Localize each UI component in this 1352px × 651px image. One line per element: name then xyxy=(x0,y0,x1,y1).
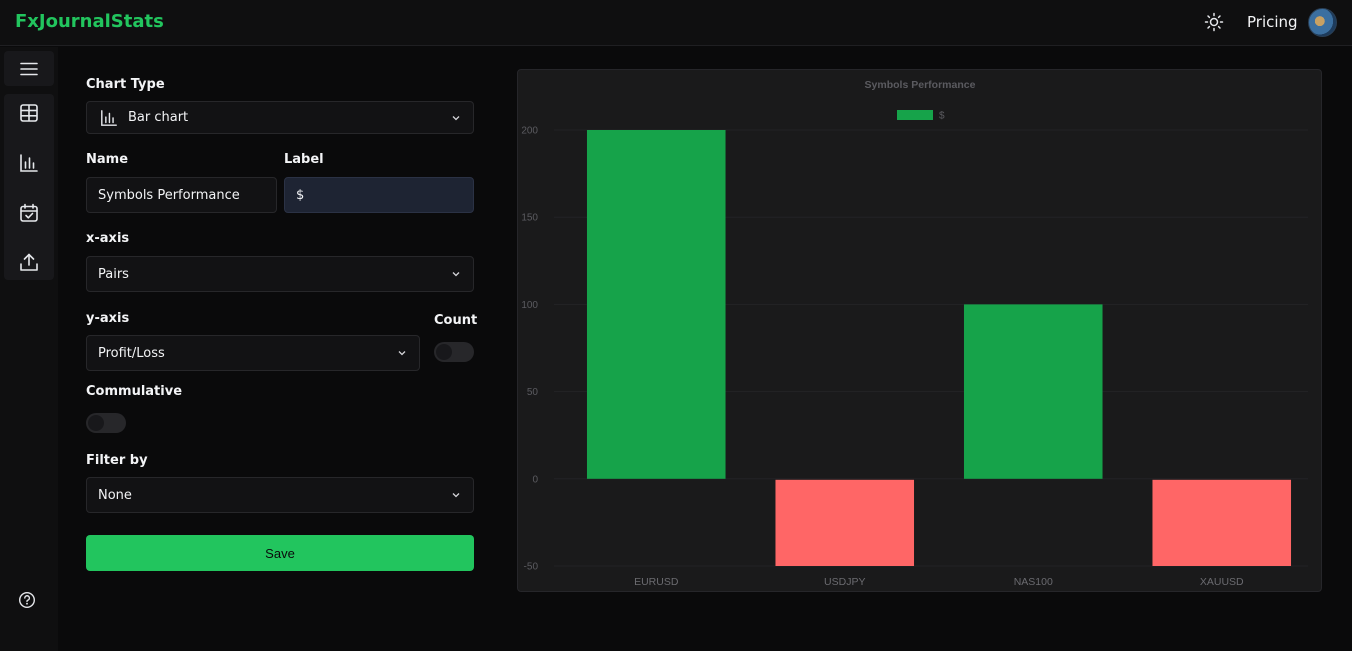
chevron-down-icon xyxy=(398,351,406,356)
calendar-check-icon[interactable] xyxy=(19,203,39,223)
label-input-value: $ xyxy=(296,187,305,203)
toggle-knob xyxy=(436,344,452,360)
yaxis-value: Profit/Loss xyxy=(98,345,165,361)
xaxis-label: x-axis xyxy=(86,231,130,246)
y-tick-label: 100 xyxy=(521,300,538,311)
name-label: Name xyxy=(86,152,129,167)
bar-nas100[interactable] xyxy=(963,304,1103,479)
chart-type-label: Chart Type xyxy=(86,77,165,92)
top-navbar: FxJournalStats Pricing xyxy=(0,0,1352,46)
help-circle-icon[interactable] xyxy=(18,591,36,609)
label-label: Label xyxy=(284,152,324,167)
legend-swatch xyxy=(897,110,933,120)
bar-chart-icon xyxy=(101,109,117,126)
x-tick-label: NAS100 xyxy=(1014,576,1053,588)
save-button[interactable]: Save xyxy=(86,535,474,571)
y-tick-label: -50 xyxy=(524,562,539,573)
chart-preview: Symbols Performance $ 200 150 100 50 0 -50 EUR… xyxy=(517,69,1322,592)
cumulative-toggle[interactable] xyxy=(86,413,126,433)
upload-icon[interactable] xyxy=(19,252,39,272)
x-tick-label: EURUSD xyxy=(634,576,679,588)
y-tick-label: 200 xyxy=(521,126,538,137)
y-tick-label: 0 xyxy=(532,474,538,485)
y-tick-label: 150 xyxy=(521,213,538,224)
sun-icon[interactable] xyxy=(1204,12,1224,32)
chart-type-select[interactable]: Bar chart xyxy=(86,101,474,134)
chart-type-value: Bar chart xyxy=(128,110,189,125)
bar-chart: Symbols Performance $ 200 150 100 50 0 -50 EUR… xyxy=(521,79,1308,588)
bar-chart-icon[interactable] xyxy=(19,153,39,173)
filter-select[interactable]: None xyxy=(86,477,474,513)
yaxis-select[interactable]: Profit/Loss xyxy=(86,335,420,371)
pricing-link[interactable]: Pricing xyxy=(1247,13,1298,31)
chart-title: Symbols Performance xyxy=(865,79,976,91)
table-icon[interactable] xyxy=(19,103,39,123)
sidebar-menu-toggle[interactable] xyxy=(4,51,54,86)
menu-icon xyxy=(20,62,38,75)
name-input-value: Symbols Performance xyxy=(98,187,240,203)
name-input[interactable]: Symbols Performance xyxy=(86,177,277,213)
label-input[interactable]: $ xyxy=(284,177,474,213)
chevron-down-icon xyxy=(452,272,460,277)
chevron-down-icon xyxy=(452,116,460,121)
chevron-down-icon xyxy=(452,493,460,498)
filter-value: None xyxy=(98,487,132,503)
cumulative-label: Commulative xyxy=(86,384,183,399)
xaxis-select[interactable]: Pairs xyxy=(86,256,474,292)
x-tick-label: XAUUSD xyxy=(1200,576,1244,588)
bar-usdjpy[interactable] xyxy=(775,479,915,566)
x-tick-label: USDJPY xyxy=(824,576,865,588)
y-tick-label: 50 xyxy=(527,387,539,398)
bar-eurusd[interactable] xyxy=(586,130,726,479)
bar-xauusd[interactable] xyxy=(1152,479,1292,566)
user-avatar[interactable] xyxy=(1308,8,1337,37)
count-toggle[interactable] xyxy=(434,342,474,362)
filter-label: Filter by xyxy=(86,453,148,468)
toggle-knob xyxy=(88,415,104,431)
yaxis-label: y-axis xyxy=(86,311,130,326)
sidebar xyxy=(0,47,58,651)
count-label: Count xyxy=(434,313,478,328)
sidebar-nav-group xyxy=(4,94,54,280)
brand-logo-text[interactable]: FxJournalStats xyxy=(15,11,164,32)
xaxis-value: Pairs xyxy=(98,266,129,282)
legend-label: $ xyxy=(939,111,945,122)
